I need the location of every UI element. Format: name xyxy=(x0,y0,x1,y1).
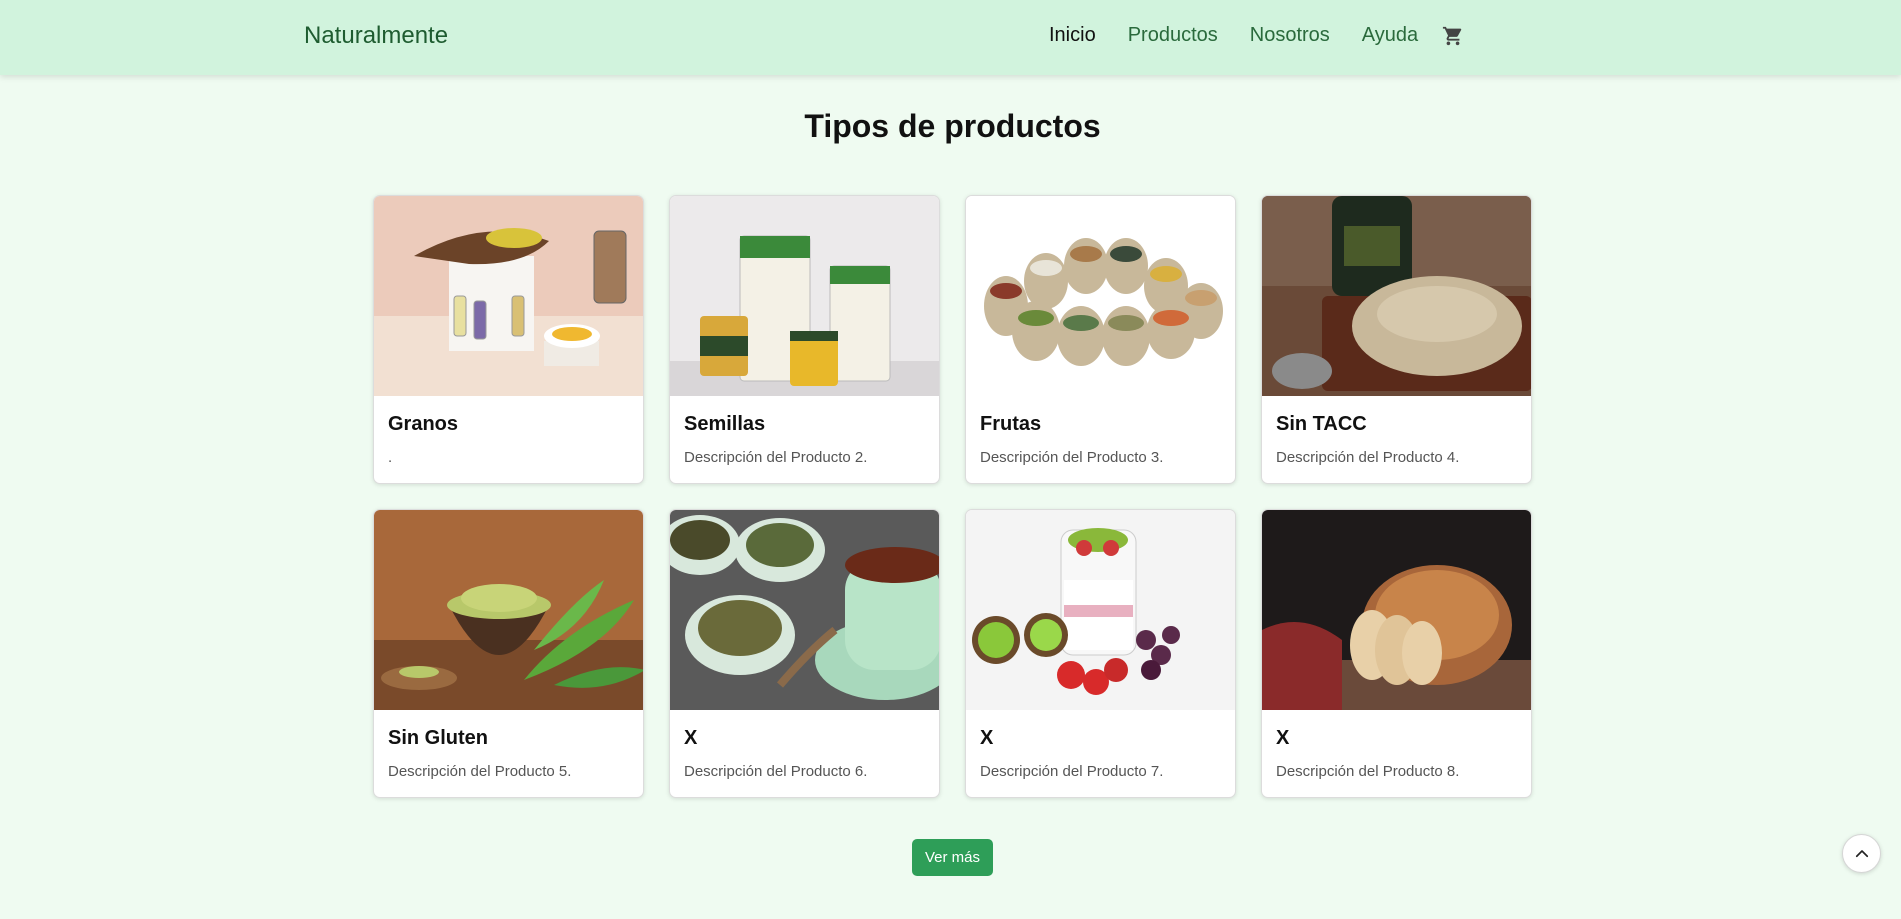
card-title: Sin Gluten xyxy=(388,727,488,749)
nav-inicio[interactable]: Inicio xyxy=(1049,24,1096,47)
shopping-cart-icon[interactable] xyxy=(1442,25,1464,47)
product-card-semillas[interactable]: Semillas Descripción del Producto 2. xyxy=(669,195,940,484)
card-description: Descripción del Producto 8. xyxy=(1276,763,1460,780)
yogurt-fruit-photo xyxy=(966,510,1235,710)
ver-mas-button[interactable]: Ver más xyxy=(912,839,993,876)
card-description: Descripción del Producto 5. xyxy=(388,763,572,780)
card-title: Semillas xyxy=(684,413,766,435)
product-card-8[interactable]: X Descripción del Producto 8. xyxy=(1261,509,1532,798)
card-description: Descripción del Producto 6. xyxy=(684,763,868,780)
card-description: Descripción del Producto 4. xyxy=(1276,449,1460,466)
product-card-7[interactable]: X Descripción del Producto 7. xyxy=(965,509,1236,798)
card-title: X xyxy=(980,727,994,749)
chevron-up-icon xyxy=(1855,849,1868,857)
card-title: X xyxy=(684,727,698,749)
card-title: X xyxy=(1276,727,1290,749)
brand-logo[interactable]: Naturalmente xyxy=(304,22,448,50)
card-description: . xyxy=(388,449,393,466)
card-description: Descripción del Producto 2. xyxy=(684,449,868,466)
page-title: Tipos de productos xyxy=(804,108,1101,144)
scroll-to-top-button[interactable] xyxy=(1842,834,1881,873)
product-grid: Granos . Semillas Descripción del Produc… xyxy=(373,195,1532,798)
card-title: Granos xyxy=(388,413,459,435)
grain-sacks-photo xyxy=(966,196,1235,396)
card-description: Descripción del Producto 7. xyxy=(980,763,1164,780)
card-title: Sin TACC xyxy=(1276,413,1367,435)
product-card-granos[interactable]: Granos . xyxy=(373,195,644,484)
product-card-frutas[interactable]: Frutas Descripción del Producto 3. xyxy=(965,195,1236,484)
nav-links: Inicio Productos Nosotros Ayuda xyxy=(1049,24,1464,47)
product-card-sin-tacc[interactable]: Sin TACC Descripción del Producto 4. xyxy=(1261,195,1532,484)
card-description: Descripción del Producto 3. xyxy=(980,449,1164,466)
product-card-sin-gluten[interactable]: Sin Gluten Descripción del Producto 5. xyxy=(373,509,644,798)
card-title: Frutas xyxy=(980,413,1042,435)
nav-productos[interactable]: Productos xyxy=(1128,24,1218,47)
tea-cups-photo xyxy=(670,510,939,710)
bread-loaf-photo xyxy=(1262,510,1531,710)
nav-ayuda[interactable]: Ayuda xyxy=(1362,24,1418,47)
nav-nosotros[interactable]: Nosotros xyxy=(1250,24,1330,47)
flour-bowl-photo xyxy=(1262,196,1531,396)
jars-and-wooden-spoon-photo xyxy=(374,196,643,396)
green-powder-photo xyxy=(374,510,643,710)
navbar: Naturalmente Inicio Productos Nosotros A… xyxy=(0,0,1901,75)
product-card-6[interactable]: X Descripción del Producto 6. xyxy=(669,509,940,798)
seed-packages-photo xyxy=(670,196,939,396)
